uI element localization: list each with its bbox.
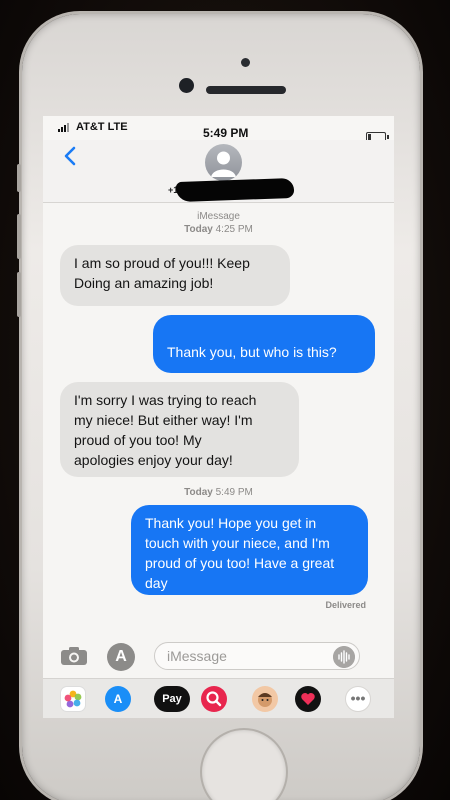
photos-petals-icon: [64, 690, 82, 708]
status-bar: AT&T LTE 5:49 PM: [43, 116, 394, 142]
contact-name[interactable]: +1: [168, 177, 295, 203]
audio-message-icon[interactable]: [333, 646, 355, 668]
proximity-sensor: [241, 58, 250, 67]
timestamp-2: Today 5:49 PM: [43, 486, 394, 499]
redaction-mark: [175, 177, 295, 203]
memoji-face-icon: [258, 693, 272, 707]
message-text: Thank you, but who is this?: [167, 344, 337, 360]
imessage-app-drawer: A Pay •••: [43, 678, 394, 718]
phone-screen: AT&T LTE 5:49 PM +1 iMessage Today 4:25 …: [43, 116, 394, 718]
message-composer: A iMessage: [43, 638, 394, 678]
home-button[interactable]: [202, 730, 286, 800]
conversation-header: +1: [43, 140, 394, 203]
volume-down-button: [17, 272, 21, 317]
image-search-icon[interactable]: [201, 686, 227, 712]
status-time: 5:49 PM: [203, 126, 249, 140]
apple-pay-icon[interactable]: Pay: [154, 686, 190, 712]
photo-scene: AT&T LTE 5:49 PM +1 iMessage Today 4:25 …: [0, 0, 450, 800]
memoji-icon[interactable]: [252, 686, 278, 712]
app-store-icon[interactable]: A: [105, 686, 131, 712]
front-camera: [179, 78, 194, 93]
apple-pay-label: Pay: [162, 693, 182, 705]
delivery-status: Delivered: [325, 600, 366, 610]
message-thread[interactable]: iMessage Today 4:25 PM I am so proud of …: [43, 203, 394, 638]
digital-touch-icon[interactable]: [295, 686, 321, 712]
contact-avatar[interactable]: [205, 144, 242, 181]
carrier-label: AT&T LTE: [76, 121, 128, 133]
app-store-button-icon[interactable]: A: [107, 643, 135, 671]
timestamp-1-time: 4:25 PM: [215, 224, 253, 235]
message-bubble-sent[interactable]: Thank you! Hope you get in touch with yo…: [131, 505, 368, 595]
message-bubble-received[interactable]: I'm sorry I was trying to reach my niece…: [60, 382, 299, 477]
volume-up-button: [17, 214, 21, 259]
mute-switch: [17, 164, 21, 192]
message-bubble-received[interactable]: I am so proud of you!!! Keep Doing an am…: [60, 245, 290, 306]
timestamp-2-day: Today: [184, 487, 213, 498]
back-chevron-icon[interactable]: [63, 146, 77, 166]
signal-strength-icon: [58, 123, 69, 132]
service-label: iMessage: [197, 211, 240, 222]
timestamp-1-day: Today: [184, 224, 213, 235]
earpiece-speaker: [206, 86, 286, 94]
timestamp-2-time: 5:49 PM: [215, 487, 253, 498]
camera-icon[interactable]: [60, 646, 88, 666]
imessage-input[interactable]: iMessage: [154, 642, 360, 670]
message-bubble-sent[interactable]: Thank you, but who is this? 😅: [153, 315, 375, 400]
photos-icon[interactable]: [60, 686, 86, 712]
person-silhouette-icon: [211, 151, 236, 177]
magnifier-icon: [206, 691, 222, 707]
heart-icon: [301, 693, 315, 705]
timestamp-1: Today 4:25 PM: [43, 223, 394, 236]
more-icon[interactable]: •••: [345, 686, 371, 712]
